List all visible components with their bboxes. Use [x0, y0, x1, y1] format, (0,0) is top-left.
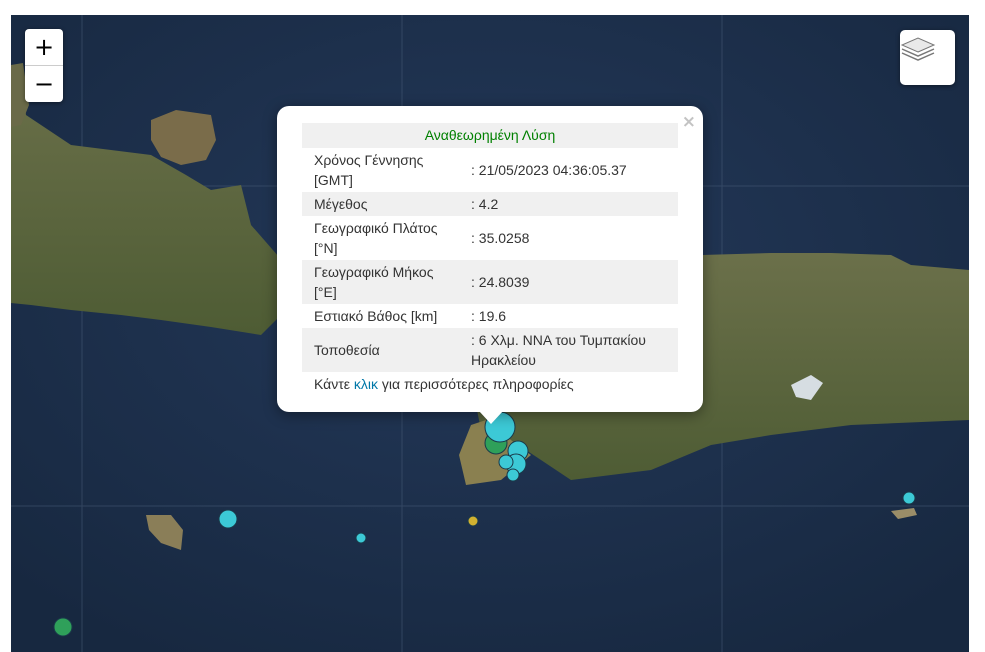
- location-value: : 6 Χλμ. ΝΝΑ του Τυμπακίου Ηρακλείου: [462, 328, 678, 372]
- table-row: Εστιακό Βάθος [km] : 19.6: [302, 304, 678, 328]
- zoom-control: + −: [25, 29, 63, 102]
- origin-time-value: : 21/05/2023 04:36:05.37: [471, 162, 627, 178]
- more-prefix: Κάντε: [314, 376, 354, 392]
- popup-title: Αναθεωρημένη Λύση: [302, 123, 678, 148]
- quake-details-table: Αναθεωρημένη Λύση Χρόνος Γέννησης [GMT] …: [302, 123, 678, 396]
- more-info-link[interactable]: κλικ: [354, 376, 378, 392]
- quake-marker: [53, 617, 73, 637]
- longitude-value: : 24.8039: [462, 260, 678, 304]
- earthquake-popup: × Αναθεωρημένη Λύση Χρόνος Γέννησης [GMT…: [277, 106, 703, 424]
- latitude-value: : 35.0258: [471, 230, 530, 246]
- location-label: Τοποθεσία: [302, 328, 462, 372]
- magnitude-label: Μέγεθος: [302, 192, 462, 216]
- quake-marker: [902, 491, 916, 505]
- table-row: Γεωγραφικό Πλάτος [°N] : 35.0258: [302, 216, 678, 260]
- depth-value: : 19.6: [471, 308, 507, 324]
- zoom-in-button[interactable]: +: [25, 29, 63, 66]
- more-info-text: Κάντε κλικ για περισσότερες πληροφορίες: [302, 372, 678, 396]
- quake-marker: [467, 515, 479, 527]
- quake-marker: [218, 509, 238, 529]
- origin-time-label: Χρόνος Γέννησης [GMT]: [314, 152, 424, 188]
- layers-button[interactable]: [900, 30, 955, 85]
- satellite-map[interactable]: + − × Αναθεωρημένη Λύση Χρόνος Γέννησης …: [11, 15, 969, 652]
- table-row: Γεωγραφικό Μήκος [°E] : 24.8039: [302, 260, 678, 304]
- layers-icon: [900, 37, 936, 61]
- quake-marker: [506, 468, 520, 482]
- zoom-out-button[interactable]: −: [25, 66, 63, 102]
- latitude-label: Γεωγραφικό Πλάτος [°N]: [314, 220, 438, 256]
- depth-label: Εστιακό Βάθος [km]: [314, 308, 438, 324]
- quake-marker: [355, 532, 367, 544]
- table-row: Μέγεθος : 4.2: [302, 192, 678, 216]
- longitude-label: Γεωγραφικό Μήκος [°E]: [302, 260, 462, 304]
- table-row: Χρόνος Γέννησης [GMT] : 21/05/2023 04:36…: [302, 148, 678, 192]
- quake-marker: [498, 454, 514, 470]
- magnitude-value: : 4.2: [462, 192, 678, 216]
- close-icon[interactable]: ×: [682, 112, 696, 132]
- more-suffix: για περισσότερες πληροφορίες: [378, 376, 574, 392]
- table-row: Τοποθεσία : 6 Χλμ. ΝΝΑ του Τυμπακίου Ηρα…: [302, 328, 678, 372]
- popup-tip: [479, 411, 503, 424]
